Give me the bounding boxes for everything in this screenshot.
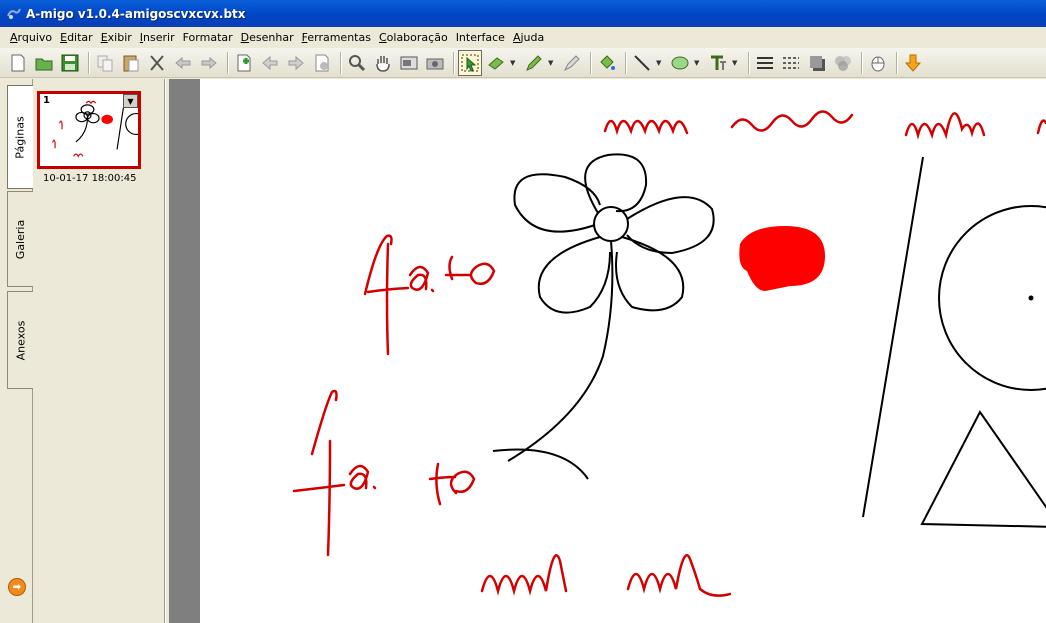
add-page-icon[interactable] <box>232 50 256 76</box>
toolbar-separator <box>896 51 897 74</box>
text-dropdown-icon[interactable]: ▼ <box>732 59 740 67</box>
eraser-dropdown-icon[interactable]: ▼ <box>510 59 518 67</box>
menu-desenhar[interactable]: Desenhar <box>237 31 298 44</box>
zoom-icon[interactable] <box>345 50 369 76</box>
toolbar-separator <box>748 51 749 74</box>
toolbar-separator <box>625 51 626 74</box>
app-icon <box>7 8 21 19</box>
toolbar: ▼ ▼ ▼ ▼ ▼ <box>0 48 1046 78</box>
menu-arquivo[interactable]: Arquivo <box>6 31 56 44</box>
line-width-icon[interactable] <box>753 50 777 76</box>
redo-icon[interactable] <box>197 50 221 76</box>
pages-panel: 1 ▼ 10-01-17 18:00:45 <box>33 79 165 623</box>
thumbnail-dropdown-icon[interactable]: ▼ <box>123 94 138 108</box>
toolbar-separator <box>340 51 341 74</box>
geometric-shapes <box>862 156 1046 528</box>
paste-icon[interactable] <box>119 50 143 76</box>
straight-line <box>862 156 924 518</box>
new-icon[interactable] <box>6 50 30 76</box>
play-icon[interactable] <box>310 50 334 76</box>
download-icon[interactable] <box>901 50 925 76</box>
copy-icon[interactable] <box>93 50 117 76</box>
shape-dropdown-icon[interactable]: ▼ <box>694 59 702 67</box>
highlighter-icon[interactable] <box>560 50 584 76</box>
shape-icon[interactable] <box>668 50 692 76</box>
pen-icon[interactable] <box>522 50 546 76</box>
collapse-panel-button[interactable]: ➡ <box>8 578 26 596</box>
toolbar-separator <box>453 51 454 74</box>
menu-editar[interactable]: Editar <box>56 31 97 44</box>
page-number: 1 <box>43 95 50 106</box>
toolbar-separator <box>590 51 591 74</box>
menu-interface[interactable]: Interface <box>452 31 509 44</box>
handwritten-text-1 <box>363 234 496 356</box>
eraser-icon[interactable] <box>484 50 508 76</box>
next-page-icon[interactable] <box>284 50 308 76</box>
workspace-margin <box>169 79 200 623</box>
cut-icon[interactable] <box>145 50 169 76</box>
previous-page-icon[interactable] <box>258 50 282 76</box>
menu-ajuda[interactable]: Ajuda <box>509 31 548 44</box>
tab-paginas[interactable]: Páginas <box>7 85 33 189</box>
drawing-canvas[interactable] <box>200 79 1046 623</box>
undo-icon[interactable] <box>171 50 195 76</box>
menu-ferramentas[interactable]: Ferramentas <box>298 31 375 44</box>
handwritten-text-2 <box>292 389 476 557</box>
hand-icon[interactable] <box>371 50 395 76</box>
flower-drawing <box>492 153 715 480</box>
save-icon[interactable] <box>58 50 82 76</box>
line-icon[interactable] <box>630 50 654 76</box>
circle-center <box>1028 295 1034 301</box>
camera-icon[interactable] <box>423 50 447 76</box>
open-icon[interactable] <box>32 50 56 76</box>
menu-inserir[interactable]: Inserir <box>136 31 179 44</box>
toolbar-separator <box>861 51 862 74</box>
menu-exibir[interactable]: Exibir <box>97 31 136 44</box>
fill-icon[interactable] <box>595 50 619 76</box>
menu-bar: Arquivo Editar Exibir Inserir Formatar D… <box>0 27 1046 48</box>
transparency-icon[interactable] <box>831 50 855 76</box>
select-icon[interactable] <box>458 49 482 76</box>
line-style-icon[interactable] <box>779 50 803 76</box>
red-blob <box>739 226 825 291</box>
red-scribble-top <box>603 110 1046 140</box>
tab-anexos[interactable]: Anexos <box>7 291 33 389</box>
sidebar-tabs: Páginas Galeria Anexos ➡ <box>0 79 33 623</box>
title-bar: A-migo v1.0.4-amigoscvxcvx.btx <box>0 0 1046 27</box>
screen-capture-icon[interactable] <box>397 50 421 76</box>
mouse-icon[interactable] <box>866 50 890 76</box>
page-thumbnail[interactable]: 1 ▼ <box>37 91 141 169</box>
page-timestamp: 10-01-17 18:00:45 <box>43 173 137 184</box>
text-icon[interactable] <box>706 50 730 76</box>
pen-dropdown-icon[interactable]: ▼ <box>548 59 556 67</box>
tab-galeria[interactable]: Galeria <box>7 191 33 287</box>
canvas-drawing <box>292 110 1046 597</box>
line-dropdown-icon[interactable]: ▼ <box>656 59 664 67</box>
menu-formatar[interactable]: Formatar <box>179 31 237 44</box>
menu-colaboracao[interactable]: Colaboração <box>375 31 452 44</box>
triangle-shape <box>920 410 1046 528</box>
red-scribble-bottom <box>480 554 732 597</box>
window-title: A-migo v1.0.4-amigoscvxcvx.btx <box>26 6 246 21</box>
toolbar-separator <box>88 51 89 74</box>
toolbar-separator <box>227 51 228 74</box>
shadow-icon[interactable] <box>805 50 829 76</box>
